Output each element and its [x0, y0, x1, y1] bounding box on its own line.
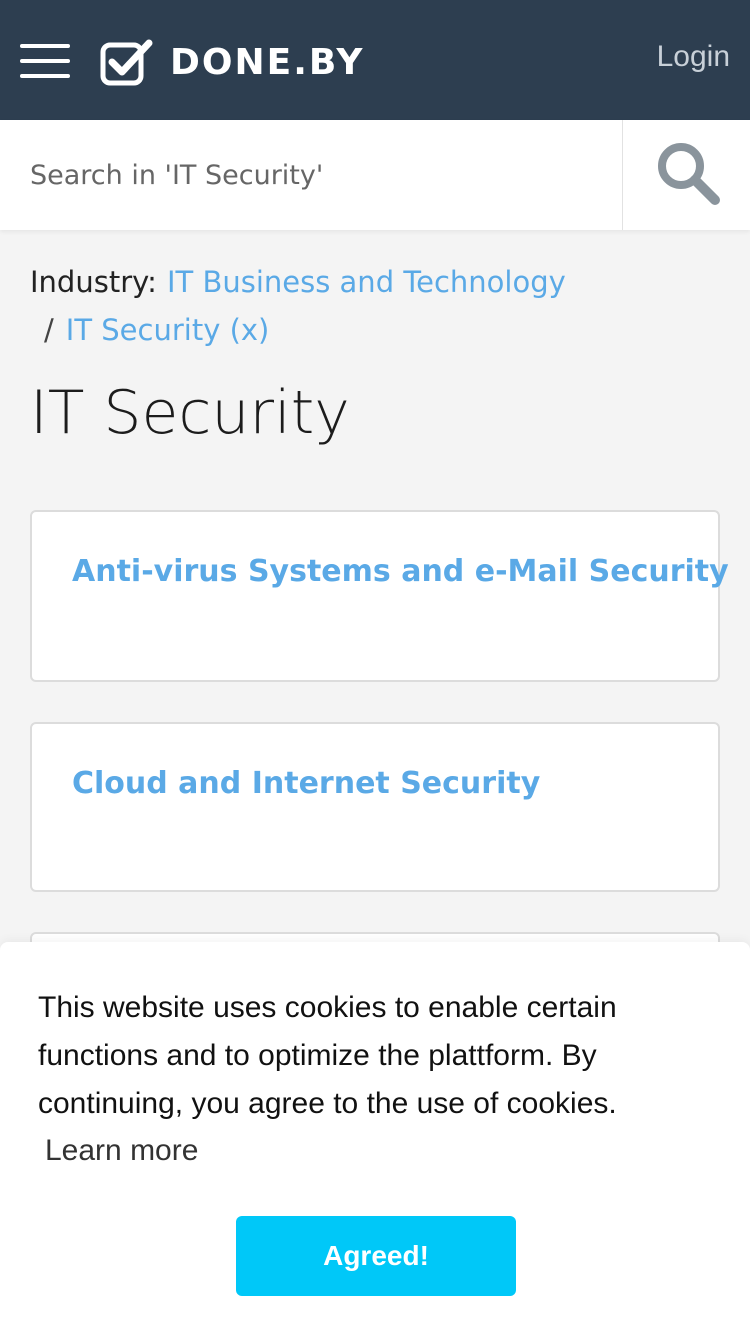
- breadcrumb-current-link[interactable]: IT Security (x): [66, 313, 270, 347]
- breadcrumb: Industry: IT Business and Technology / IT …: [30, 258, 720, 354]
- search-icon: [658, 143, 720, 205]
- search-input[interactable]: [0, 120, 622, 230]
- category-card[interactable]: Cloud and Internet Security: [30, 722, 720, 892]
- brand-name: DONE.BY: [170, 41, 365, 83]
- category-link[interactable]: Anti-virus Systems and e-Mail Security: [72, 554, 729, 589]
- top-navigation-bar: DONE.BY Login: [0, 0, 750, 120]
- checkbox-logo-icon: [100, 39, 153, 86]
- agree-cookies-button[interactable]: Agreed!: [236, 1216, 516, 1296]
- cookie-message: This website uses cookies to enable cert…: [38, 991, 617, 1120]
- search-bar: [0, 120, 750, 230]
- search-button[interactable]: [622, 120, 750, 230]
- page-title: IT Security: [30, 378, 350, 448]
- menu-icon[interactable]: [20, 44, 70, 78]
- category-card[interactable]: Anti-virus Systems and e-Mail Security: [30, 510, 729, 682]
- breadcrumb-parent-link[interactable]: IT Business and Technology: [167, 265, 566, 299]
- breadcrumb-row: / IT Security (x): [30, 306, 720, 354]
- breadcrumb-label: Industry:: [30, 265, 157, 299]
- site-logo[interactable]: DONE.BY: [100, 37, 364, 87]
- breadcrumb-separator: /: [44, 313, 54, 347]
- breadcrumb-row: Industry: IT Business and Technology: [30, 258, 720, 306]
- category-link[interactable]: Cloud and Internet Security: [72, 766, 540, 801]
- cookie-banner: This website uses cookies to enable cert…: [0, 942, 750, 1334]
- learn-more-link[interactable]: Learn more: [45, 1134, 198, 1168]
- login-link[interactable]: Login: [657, 40, 730, 74]
